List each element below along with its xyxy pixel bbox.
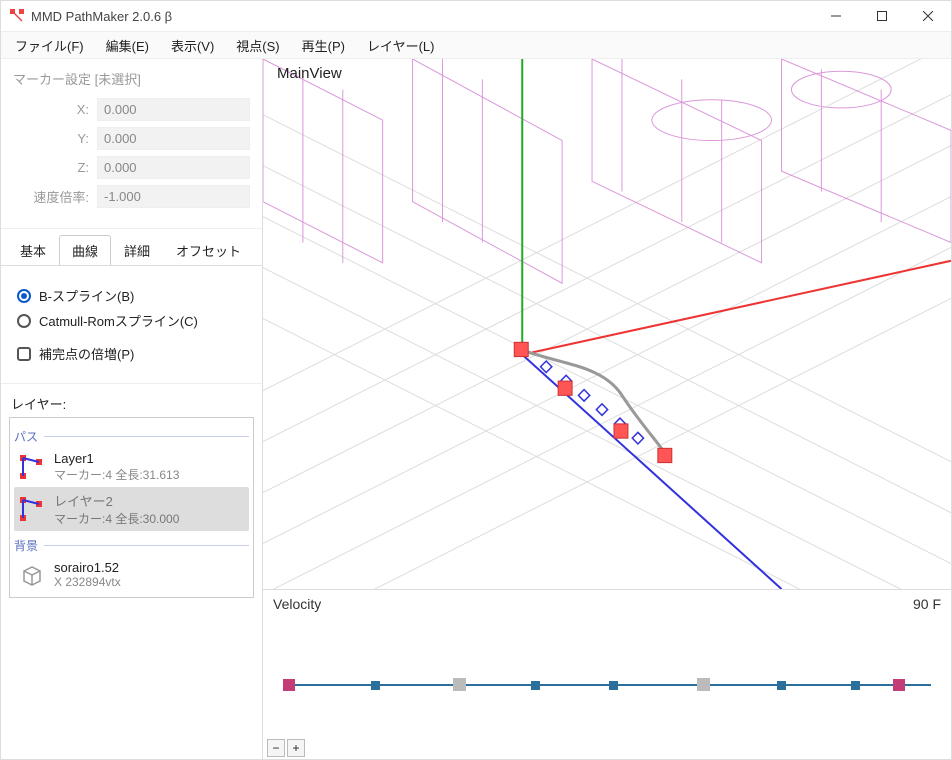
velocity-key[interactable] [609, 681, 618, 690]
layer-bg-name: sorairo1.52 [54, 560, 121, 575]
layers-heading: レイヤー: [11, 394, 252, 413]
tab-curve-body: B-スプライン(B) Catmull-Romスプライン(C) 補完点の倍増(P) [1, 266, 262, 384]
velocity-key-start[interactable] [283, 679, 295, 691]
main-viewport[interactable]: MainView [263, 59, 951, 589]
check-densify-label: 補完点の倍増(P) [39, 344, 134, 363]
velocity-track[interactable] [273, 622, 941, 722]
radio-bspline-label: B-スプライン(B) [39, 286, 134, 305]
menu-play[interactable]: 再生(P) [292, 32, 355, 59]
radio-catmull-indicator [17, 314, 31, 328]
viewport-canvas [263, 59, 951, 589]
marker-z-label: Z: [13, 160, 97, 175]
app-title: MMD PathMaker 2.0.6 β [31, 9, 813, 24]
layer-item-2-name: レイヤー2 [54, 491, 179, 510]
maximize-button[interactable] [859, 1, 905, 31]
menu-file[interactable]: ファイル(F) [5, 32, 94, 59]
layer-item-1-meta: マーカー:4 全長:31.613 [54, 466, 179, 483]
velocity-key[interactable] [371, 681, 380, 690]
marker-rate-label: 速度倍率: [13, 187, 97, 206]
viewport-label: MainView [277, 65, 342, 82]
velocity-zoom-out[interactable]: − [267, 739, 285, 757]
settings-tabs: 基本 曲線 詳細 オフセット [1, 229, 262, 266]
minimize-button[interactable] [813, 1, 859, 31]
axis-x [522, 261, 951, 355]
titlebar: MMD PathMaker 2.0.6 β [1, 1, 951, 31]
radio-bspline[interactable]: B-スプライン(B) [17, 286, 246, 305]
marker-settings-title: マーカー設定 [未選択] [13, 69, 250, 88]
marker-x-label: X: [13, 102, 97, 117]
marker-x-value[interactable]: 0.000 [97, 98, 250, 121]
marker-settings: マーカー設定 [未選択] X: 0.000 Y: 0.000 Z: 0.000 … [1, 59, 262, 229]
velocity-key-gray[interactable] [453, 678, 466, 691]
layer-item-1-name: Layer1 [54, 451, 179, 466]
tab-detail[interactable]: 詳細 [111, 235, 163, 265]
menu-view[interactable]: 表示(V) [161, 32, 224, 59]
velocity-label: Velocity [273, 596, 321, 612]
velocity-key-end[interactable] [893, 679, 905, 691]
radio-catmull[interactable]: Catmull-Romスプライン(C) [17, 311, 246, 330]
check-densify-indicator [17, 347, 31, 361]
layer-item-2[interactable]: レイヤー2 マーカー:4 全長:30.000 [14, 487, 249, 531]
layers-group-bg: 背景 [14, 537, 249, 554]
layer-item-bg[interactable]: sorairo1.52 X 232894vtx [14, 556, 249, 593]
velocity-frames: 90 F [913, 596, 941, 612]
tab-offset[interactable]: オフセット [163, 235, 254, 265]
velocity-key[interactable] [531, 681, 540, 690]
path-icon [18, 495, 46, 523]
menubar: ファイル(F) 編集(E) 表示(V) 視点(S) 再生(P) レイヤー(L) [1, 31, 951, 59]
layer-bg-meta: X 232894vtx [54, 575, 121, 589]
marker-y-value[interactable]: 0.000 [97, 127, 250, 150]
layers-group-path: パス [14, 428, 249, 445]
cube-icon [18, 561, 46, 589]
marker-z-value[interactable]: 0.000 [97, 156, 250, 179]
marker-y-label: Y: [13, 131, 97, 146]
radio-catmull-label: Catmull-Romスプライン(C) [39, 311, 198, 330]
menu-camera[interactable]: 視点(S) [226, 32, 289, 59]
tab-basic[interactable]: 基本 [7, 235, 59, 265]
check-densify[interactable]: 補完点の倍増(P) [17, 344, 246, 363]
marker-rate-value[interactable]: -1.000 [97, 185, 250, 208]
app-icon [9, 8, 25, 24]
close-button[interactable] [905, 1, 951, 31]
velocity-zoom-in[interactable]: + [287, 739, 305, 757]
right-panel: MainView [263, 59, 951, 759]
menu-edit[interactable]: 編集(E) [96, 32, 159, 59]
menu-layer[interactable]: レイヤー(L) [357, 32, 445, 59]
left-panel: マーカー設定 [未選択] X: 0.000 Y: 0.000 Z: 0.000 … [1, 59, 263, 759]
tab-curve[interactable]: 曲線 [59, 235, 111, 265]
path-icon [18, 453, 46, 481]
velocity-key[interactable] [777, 681, 786, 690]
radio-bspline-indicator [17, 289, 31, 303]
velocity-line [283, 684, 931, 686]
layers-panel: レイヤー: パス Layer1 マーカー:4 全長:31.613 [1, 384, 262, 759]
velocity-key-gray[interactable] [697, 678, 710, 691]
velocity-key[interactable] [851, 681, 860, 690]
layer-item-2-meta: マーカー:4 全長:30.000 [54, 510, 179, 527]
velocity-panel: Velocity 90 F − + [263, 589, 951, 759]
layer-item-1[interactable]: Layer1 マーカー:4 全長:31.613 [14, 447, 249, 487]
